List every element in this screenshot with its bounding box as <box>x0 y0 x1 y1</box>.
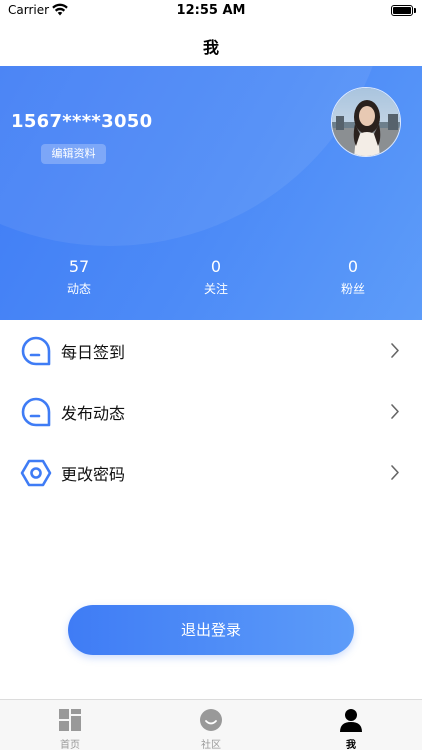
stat-value: 0 <box>347 257 359 276</box>
menu-item-daily-checkin[interactable]: 每日签到 <box>0 320 422 381</box>
navigation-bar: 我 <box>0 22 422 66</box>
smiley-icon <box>200 709 222 731</box>
tab-community[interactable]: 社区 <box>161 700 261 750</box>
stat-label: 动态 <box>66 282 91 296</box>
chevron-right-icon <box>391 465 399 480</box>
settings-menu: 每日签到 发布动态 更改密码 <box>0 320 422 503</box>
avatar-photo <box>332 88 400 156</box>
stat-value: 57 <box>68 257 90 276</box>
page-title: 我 <box>202 38 219 57</box>
tab-label: 首页 <box>60 740 80 750</box>
hexagon-nut-icon <box>20 459 52 487</box>
tab-label: 社区 <box>201 740 221 750</box>
chevron-right-icon <box>391 404 399 419</box>
tab-label: 我 <box>346 740 356 750</box>
profile-header: 1567****3050 编辑资料 57 动态 0 关注 0 粉丝 <box>0 66 422 320</box>
stat-label: 粉丝 <box>340 282 365 296</box>
status-bar: Carrier 12:55 AM <box>0 0 422 22</box>
chat-bubble-icon <box>21 336 51 366</box>
username: 1567****3050 <box>11 111 153 132</box>
logout-button[interactable]: 退出登录 <box>68 605 354 655</box>
menu-item-change-password[interactable]: 更改密码 <box>0 442 422 503</box>
grid-icon <box>59 709 81 731</box>
stat-value: 0 <box>210 257 222 276</box>
menu-item-publish-post[interactable]: 发布动态 <box>0 381 422 442</box>
stat-followers[interactable]: 0 粉丝 <box>313 256 393 299</box>
chevron-right-icon <box>391 343 399 358</box>
avatar[interactable] <box>331 87 401 157</box>
chat-bubble-icon <box>21 397 51 427</box>
menu-label: 发布动态 <box>61 404 126 423</box>
menu-label: 更改密码 <box>61 465 126 484</box>
clock: 12:55 AM <box>176 3 246 18</box>
battery-tip <box>414 8 416 13</box>
profile-stats: 57 动态 0 关注 0 粉丝 <box>0 256 422 306</box>
tab-home[interactable]: 首页 <box>20 700 120 750</box>
tab-me[interactable]: 我 <box>301 700 401 750</box>
person-icon <box>340 709 362 732</box>
menu-label: 每日签到 <box>61 343 126 362</box>
edit-profile-button[interactable]: 编辑资料 <box>41 144 106 164</box>
stat-label: 关注 <box>203 282 228 296</box>
battery-icon <box>391 5 413 16</box>
stat-following[interactable]: 0 关注 <box>176 256 256 299</box>
stat-posts[interactable]: 57 动态 <box>39 256 119 299</box>
tab-bar: 首页 社区 我 <box>0 699 422 750</box>
